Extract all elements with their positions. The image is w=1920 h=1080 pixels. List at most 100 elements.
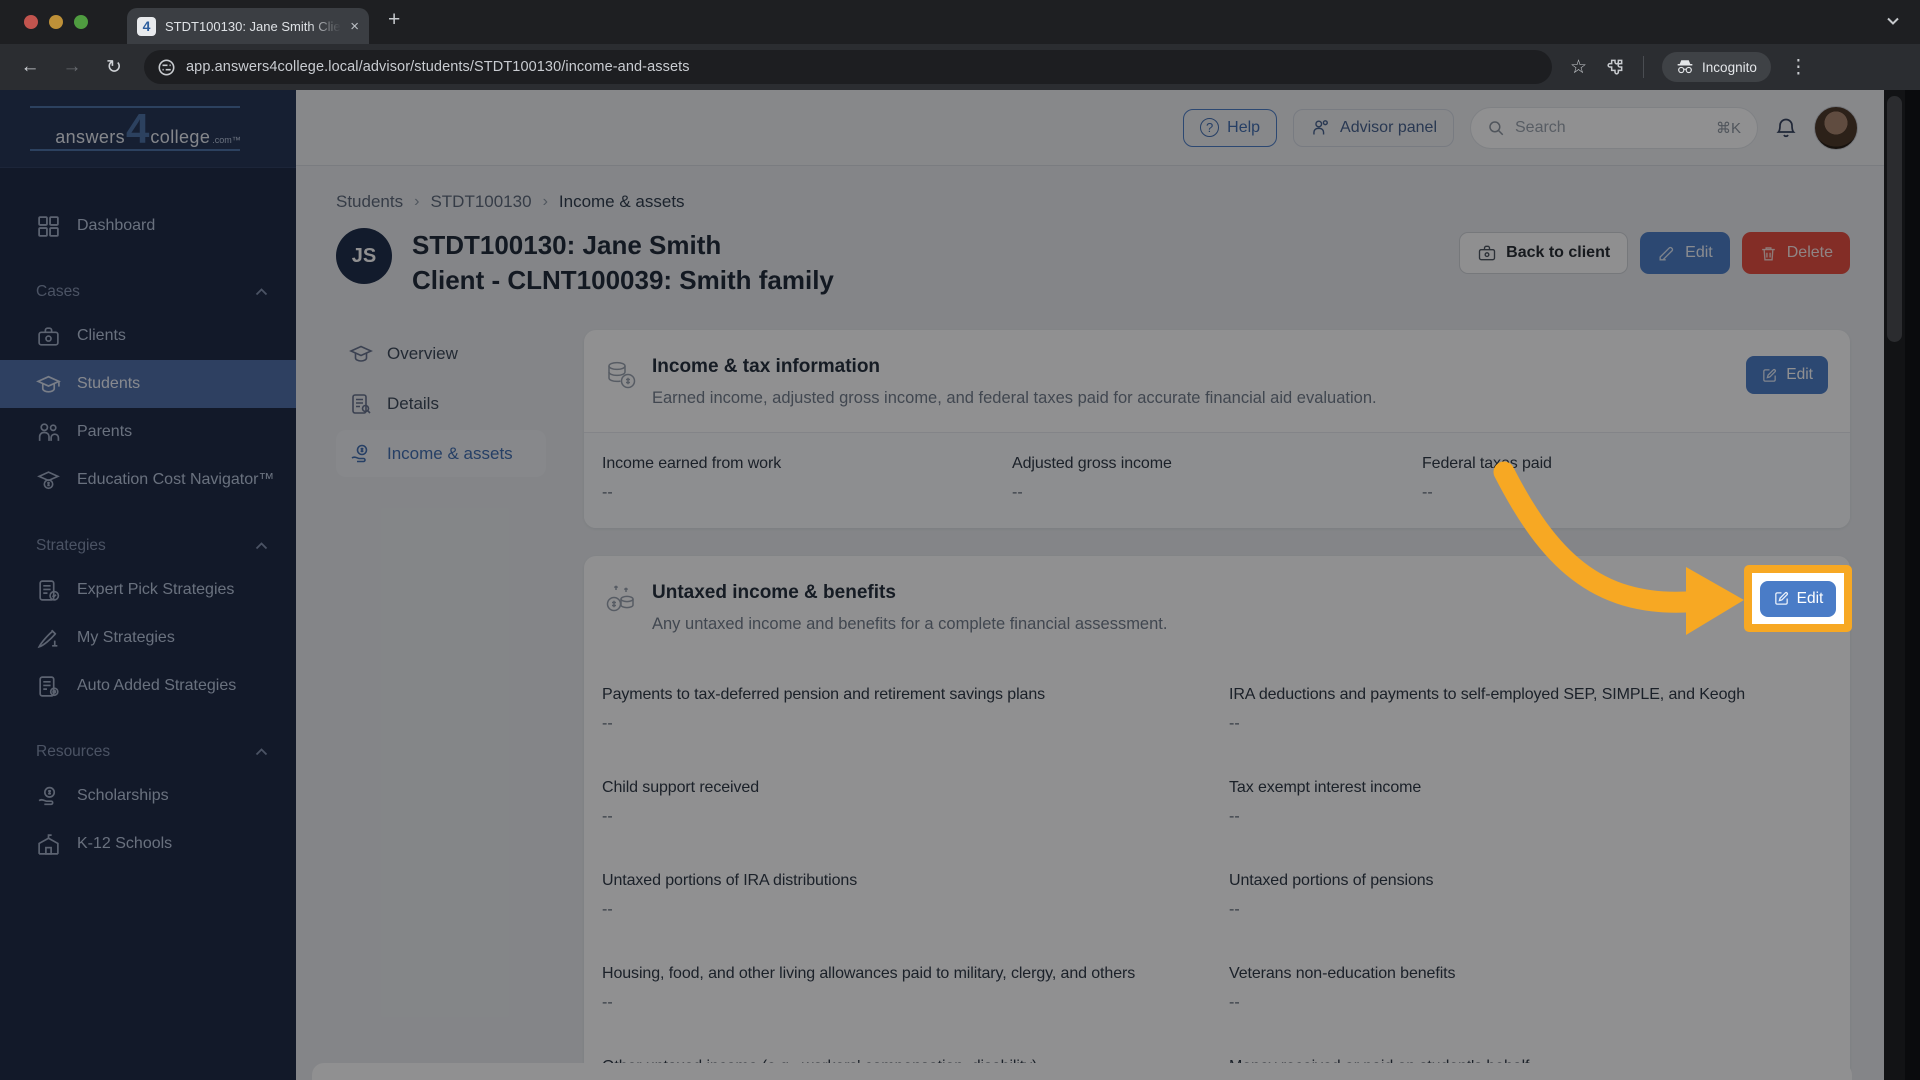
logo-line-bottom xyxy=(30,149,240,151)
sidebar-nav: Dashboard Cases Clients Students Parents… xyxy=(0,168,296,868)
field-value: -- xyxy=(1229,808,1240,826)
edit-student-label: Edit xyxy=(1685,244,1713,261)
graduation-cap-icon xyxy=(349,345,373,362)
sidebar-item-students[interactable]: Students xyxy=(0,360,296,408)
sidebar-section-resources[interactable]: Resources xyxy=(0,732,296,772)
field-value: -- xyxy=(602,808,613,826)
browser-tab-strip: 4 STDT100130: Jane Smith Clie × + xyxy=(0,0,1920,44)
next-card-peek xyxy=(312,1063,1852,1080)
sidebar-item-education-cost-navigator[interactable]: Education Cost Navigator™ xyxy=(0,456,296,504)
field: Federal taxes paid -- xyxy=(1422,455,1832,502)
main-area: ? Help Advisor panel Search ⌘K Students … xyxy=(296,90,1884,1080)
help-button[interactable]: ? Help xyxy=(1183,108,1278,147)
tab-income-and-assets[interactable]: Income & assets xyxy=(336,430,546,478)
untaxed-income-card: Untaxed income & benefits Any untaxed in… xyxy=(584,556,1850,1080)
field-value: -- xyxy=(602,994,613,1012)
edit-income-tax-button[interactable]: Edit xyxy=(1746,356,1828,395)
breadcrumb-current: Income & assets xyxy=(558,192,685,211)
user-avatar[interactable] xyxy=(1814,105,1858,150)
back-icon[interactable]: ← xyxy=(18,56,42,78)
sidebar-item-clients[interactable]: Clients xyxy=(0,312,296,360)
tab-title: STDT100130: Jane Smith Clie xyxy=(165,18,341,34)
graduation-cap-icon xyxy=(36,375,61,393)
page-content: Students › STDT100130 › Income & assets … xyxy=(296,166,1884,1080)
sidebar-item-scholarships[interactable]: Scholarships xyxy=(0,772,296,820)
tab-close-icon[interactable]: × xyxy=(350,18,359,35)
field-label: Child support received xyxy=(602,779,759,797)
untaxed-coins-icon xyxy=(606,585,634,612)
sidebar-item-my-strategies[interactable]: My Strategies xyxy=(0,614,296,662)
new-tab-button[interactable]: + xyxy=(388,8,400,32)
reload-icon[interactable]: ↻ xyxy=(102,56,126,79)
zoom-window-button[interactable] xyxy=(74,15,88,29)
chevron-up-icon xyxy=(255,288,268,296)
sidebar-item-label: K-12 Schools xyxy=(77,835,173,852)
document-gear-icon xyxy=(39,675,59,697)
delete-student-label: Delete xyxy=(1786,244,1833,261)
sidebar-item-label: My Strategies xyxy=(77,629,175,646)
delete-student-button[interactable]: Delete xyxy=(1741,232,1850,274)
bookmark-star-icon[interactable]: ☆ xyxy=(1570,56,1587,79)
breadcrumb-student-id[interactable]: STDT100130 xyxy=(430,192,531,212)
section-label: Cases xyxy=(36,283,80,300)
browser-tab[interactable]: 4 STDT100130: Jane Smith Clie × xyxy=(127,8,369,44)
app-logo[interactable]: answers 4 college .com™ xyxy=(0,90,296,168)
edit-student-button[interactable]: Edit xyxy=(1640,232,1730,274)
field-value: -- xyxy=(602,715,613,733)
field-label: Income earned from work xyxy=(602,455,782,473)
search-input[interactable]: Search ⌘K xyxy=(1470,106,1758,149)
field: Housing, food, and other living allowanc… xyxy=(602,965,1205,1012)
sidebar-item-dashboard[interactable]: Dashboard xyxy=(0,202,296,250)
sidebar-item-label: Dashboard xyxy=(77,217,156,234)
minimize-window-button[interactable] xyxy=(49,15,63,29)
field: Tax exempt interest income -- xyxy=(1229,779,1832,826)
page-scrollbar xyxy=(1884,90,1920,1080)
breadcrumb-students[interactable]: Students xyxy=(336,192,403,212)
back-to-client-button[interactable]: Back to client xyxy=(1459,232,1629,274)
field-label: Adjusted gross income xyxy=(1012,455,1172,473)
sidebar-item-label: Clients xyxy=(77,327,126,344)
sidebar-item-label: Students xyxy=(77,375,141,392)
close-window-button[interactable] xyxy=(24,15,38,29)
extensions-puzzle-icon[interactable] xyxy=(1605,57,1625,77)
document-search-icon xyxy=(352,393,371,414)
notifications-bell-icon[interactable] xyxy=(1774,116,1798,140)
site-info-icon[interactable] xyxy=(158,59,175,76)
scrollbar-thumb[interactable] xyxy=(1887,96,1902,342)
sidebar-section-cases[interactable]: Cases xyxy=(0,272,296,312)
field-label: Veterans non-education benefits xyxy=(1229,965,1456,983)
breadcrumb-separator: › xyxy=(414,193,420,210)
section-label: Resources xyxy=(36,743,111,760)
card-subtitle: Earned income, adjusted gross income, an… xyxy=(652,389,1377,408)
pen-icon xyxy=(37,629,58,648)
field-value: -- xyxy=(1229,994,1240,1012)
tab-overview[interactable]: Overview xyxy=(336,330,546,377)
search-placeholder: Search xyxy=(1515,118,1566,136)
edit-label: Edit xyxy=(1786,366,1813,384)
field-label: Tax exempt interest income xyxy=(1229,779,1422,797)
student-subnav: Overview Details Income & assets xyxy=(336,330,546,1080)
sidebar-section-strategies[interactable]: Strategies xyxy=(0,526,296,566)
logo-suffix: .com xyxy=(212,134,232,145)
sidebar-item-parents[interactable]: Parents xyxy=(0,408,296,456)
advisor-panel-button[interactable]: Advisor panel xyxy=(1293,108,1454,147)
browser-menu-icon[interactable]: ⋮ xyxy=(1789,56,1808,79)
tab-search-chevron-icon[interactable] xyxy=(1886,16,1900,26)
sidebar-item-k12-schools[interactable]: K-12 Schools xyxy=(0,820,296,868)
field: Untaxed portions of IRA distributions -- xyxy=(602,872,1205,919)
income-tax-card: Income & tax information Earned income, … xyxy=(584,330,1850,529)
address-bar[interactable]: app.answers4college.local/advisor/studen… xyxy=(144,50,1552,84)
edit-untaxed-income-button[interactable]: Edit xyxy=(1759,580,1837,617)
sidebar-item-auto-added-strategies[interactable]: Auto Added Strategies xyxy=(0,662,296,710)
field-label: Payments to tax-deferred pension and ret… xyxy=(602,686,1046,704)
scrollbar-track[interactable] xyxy=(1884,90,1905,1080)
highlight-inner: Edit xyxy=(1752,573,1844,624)
field-label: Housing, food, and other living allowanc… xyxy=(602,965,1136,983)
edit-pencil-icon xyxy=(1774,591,1788,605)
page-subtitle: Client - CLNT100039: Smith family xyxy=(412,265,834,296)
sidebar-item-expert-pick-strategies[interactable]: Expert Pick Strategies xyxy=(0,566,296,614)
tab-details[interactable]: Details xyxy=(336,380,546,427)
forward-icon[interactable]: → xyxy=(60,56,84,78)
logo-digit-4: 4 xyxy=(126,104,150,152)
incognito-icon xyxy=(1677,60,1693,74)
